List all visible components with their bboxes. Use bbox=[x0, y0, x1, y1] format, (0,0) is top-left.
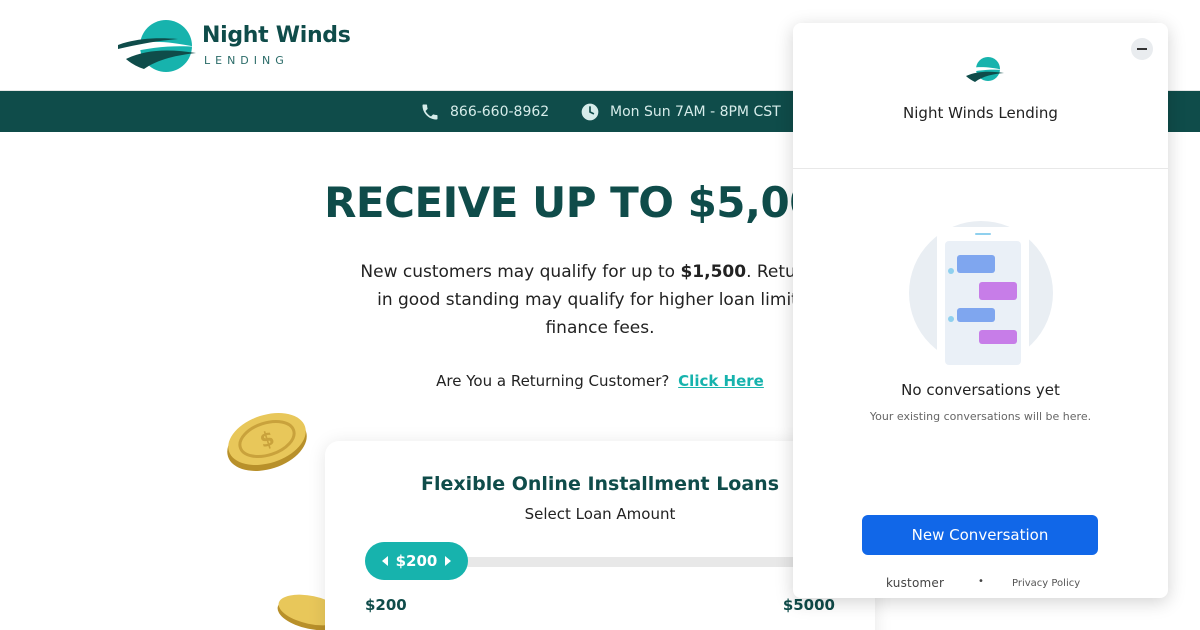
range-max-label: $5000 bbox=[782, 596, 835, 614]
new-conversation-button[interactable]: New Conversation bbox=[862, 515, 1098, 555]
hero-sub-amount: $1,500 bbox=[680, 262, 747, 282]
click-here-link[interactable]: Click Here bbox=[678, 372, 764, 390]
loan-amount-slider-handle[interactable]: $200 bbox=[365, 542, 468, 580]
logo-name: Night Winds bbox=[202, 23, 351, 48]
phone-contact[interactable]: 866-660-8962 bbox=[420, 91, 549, 132]
chat-brand-name: Night Winds Lending bbox=[903, 104, 1058, 122]
chat-header: Night Winds Lending bbox=[793, 23, 1168, 169]
chevron-left-icon bbox=[381, 556, 388, 566]
empty-state-title: No conversations yet bbox=[901, 381, 1060, 399]
minimize-icon bbox=[1137, 48, 1147, 50]
logo-wave-icon bbox=[118, 20, 196, 72]
chat-widget: Night Winds Lending No conversations yet… bbox=[793, 23, 1168, 598]
hero-sub-line2: in good standing may qualify for higher … bbox=[377, 290, 823, 310]
kustomer-logo[interactable]: kustomer bbox=[886, 576, 944, 590]
business-hours: Mon Sun 7AM - 8PM CST bbox=[580, 91, 781, 132]
empty-conversations-illustration bbox=[909, 221, 1053, 367]
chat-footer: kustomer • Privacy Policy bbox=[793, 575, 1168, 595]
phone-icon bbox=[422, 104, 438, 119]
chat-brand-logo-icon bbox=[962, 57, 1004, 82]
returning-question: Are You a Returning Customer? bbox=[436, 372, 670, 390]
hero-sub-line3: finance fees. bbox=[545, 318, 655, 338]
empty-state-description: Your existing conversations will be here… bbox=[869, 410, 1092, 423]
slider-value: $200 bbox=[395, 552, 438, 570]
hours-text: Mon Sun 7AM - 8PM CST bbox=[610, 103, 781, 120]
logo-subtitle: LENDING bbox=[204, 54, 289, 67]
brand-logo[interactable]: Night Winds LENDING bbox=[118, 17, 351, 73]
minimize-button[interactable] bbox=[1131, 38, 1153, 60]
phone-number: 866-660-8962 bbox=[450, 103, 550, 120]
chevron-right-icon bbox=[445, 556, 452, 566]
range-min-label: $200 bbox=[365, 596, 407, 614]
hero-sub-part1: New customers may qualify for up to bbox=[360, 262, 681, 282]
coin-icon: $ bbox=[227, 413, 307, 471]
footer-separator: • bbox=[978, 576, 984, 587]
privacy-policy-link[interactable]: Privacy Policy bbox=[1012, 578, 1080, 589]
clock-icon bbox=[581, 103, 599, 120]
